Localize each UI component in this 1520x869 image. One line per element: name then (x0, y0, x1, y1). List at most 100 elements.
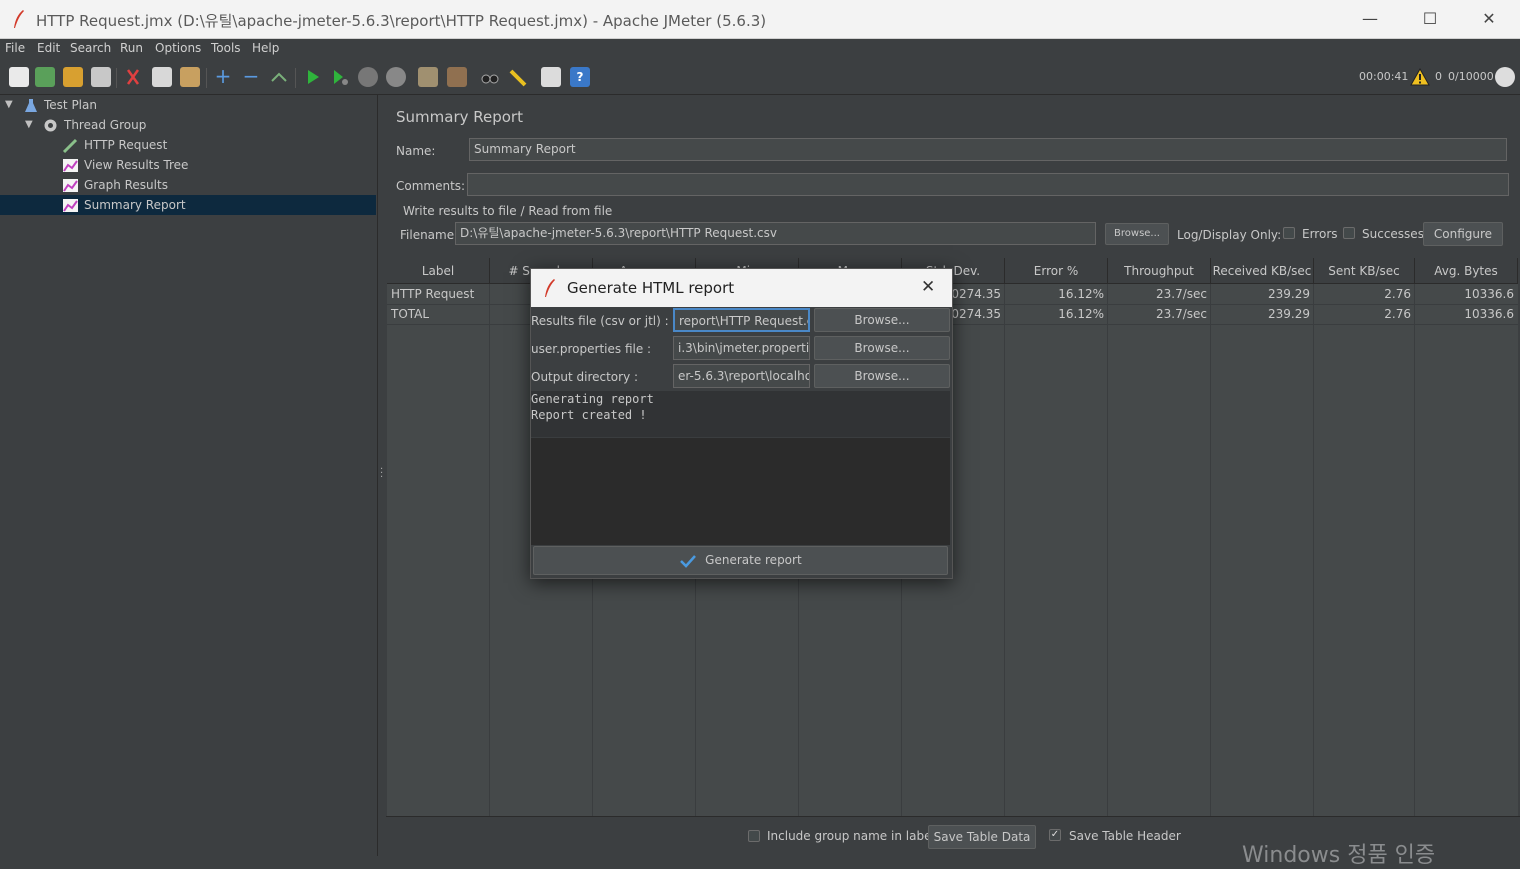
function-helper-icon[interactable] (541, 67, 561, 87)
comments-label: Comments: (396, 179, 466, 193)
activation-watermark: Windows 정품 인증 (1242, 843, 1436, 868)
maximize-button[interactable]: ☐ (1410, 8, 1450, 30)
templates-icon[interactable] (35, 67, 55, 87)
flask-icon (25, 99, 37, 112)
tree-item-test-plan[interactable]: ▼ Test Plan (0, 95, 376, 115)
cell-error: 16.12% (1058, 287, 1104, 301)
chevron-down-icon[interactable]: ▼ (5, 95, 13, 115)
shutdown-icon[interactable] (386, 67, 406, 87)
test-plan-tree: ▼ Test Plan ▼ Thread Group HTTP Request … (0, 95, 378, 856)
save-icon[interactable] (91, 67, 111, 87)
minimize-button[interactable]: — (1350, 8, 1390, 30)
tree-item-summary-report[interactable]: Summary Report (0, 195, 376, 215)
tree-label: View Results Tree (84, 158, 189, 172)
chevron-down-icon[interactable]: ▼ (25, 115, 33, 135)
save-table-data-button[interactable]: Save Table Data (928, 825, 1036, 849)
comments-field[interactable] (467, 173, 1509, 196)
column-header-label[interactable]: Label (387, 258, 490, 284)
menu-edit[interactable]: Edit (37, 41, 60, 55)
tree-item-http-request[interactable]: HTTP Request (0, 135, 376, 155)
errors-label: Errors (1302, 227, 1338, 241)
report-log-area[interactable]: Generating report Report created ! (531, 391, 950, 545)
column-header-throughput[interactable]: Throughput (1108, 258, 1211, 284)
toolbar: + − ? 00:00:41 0 0/10000 (0, 60, 1520, 95)
include-group-checkbox[interactable] (748, 830, 760, 842)
browse-button[interactable]: Browse... (1105, 223, 1169, 245)
warning-icon[interactable] (1410, 67, 1430, 89)
output-directory-field[interactable]: er-5.6.3\report\localhost (673, 364, 810, 388)
user-properties-label: user.properties file : (531, 342, 652, 356)
start-icon[interactable] (303, 67, 323, 87)
results-file-browse-button[interactable]: Browse... (814, 308, 950, 332)
page-title: Summary Report (396, 108, 523, 126)
cell-received: 239.29 (1268, 287, 1310, 301)
save-table-header-checkbox[interactable]: ✓ (1049, 829, 1061, 841)
tree-label: Thread Group (64, 118, 147, 132)
output-directory-browse-button[interactable]: Browse... (814, 364, 950, 388)
gear-icon (44, 119, 57, 132)
cell-label: TOTAL (391, 307, 430, 321)
open-icon[interactable] (63, 67, 83, 87)
column-header-received[interactable]: Received KB/sec (1211, 258, 1314, 284)
log-display-label: Log/Display Only: (1177, 228, 1282, 242)
generate-report-dialog: Generate HTML report ✕ Results file (csv… (530, 268, 953, 579)
close-window-button[interactable]: ✕ (1469, 8, 1509, 30)
menu-options[interactable]: Options (155, 41, 201, 55)
help-icon[interactable]: ? (570, 67, 590, 87)
tree-label: Test Plan (44, 98, 97, 112)
dialog-titlebar: Generate HTML report ✕ (531, 269, 952, 307)
pencil-icon (62, 138, 78, 154)
clear-icon[interactable] (418, 67, 438, 87)
panel-splitter[interactable]: · · · (378, 95, 386, 856)
cell-throughput: 23.7/sec (1156, 307, 1207, 321)
cell-avg-bytes: 10336.6 (1464, 307, 1514, 321)
user-properties-field[interactable]: i.3\bin\jmeter.properties (673, 336, 810, 360)
new-icon[interactable] (9, 67, 29, 87)
filename-label: Filename (400, 228, 455, 242)
dialog-title: Generate HTML report (567, 279, 735, 297)
reset-search-icon[interactable] (508, 67, 528, 87)
generate-report-button[interactable]: Generate report (533, 546, 948, 575)
name-label: Name: (396, 144, 436, 158)
column-header-avg-bytes[interactable]: Avg. Bytes (1415, 258, 1518, 284)
menu-search[interactable]: Search (70, 41, 111, 55)
errors-checkbox[interactable] (1283, 227, 1295, 239)
toggle-icon[interactable] (269, 67, 289, 87)
cell-received: 239.29 (1268, 307, 1310, 321)
collapse-all-icon[interactable]: − (241, 66, 261, 87)
menu-tools[interactable]: Tools (211, 41, 241, 55)
name-field[interactable]: Summary Report (469, 138, 1507, 161)
dialog-close-button[interactable]: ✕ (921, 277, 935, 297)
tree-item-graph-results[interactable]: Graph Results (0, 175, 376, 195)
menu-help[interactable]: Help (252, 41, 279, 55)
output-directory-label: Output directory : (531, 370, 639, 384)
successes-label: Successes (1362, 227, 1424, 241)
menu-run[interactable]: Run (120, 41, 143, 55)
save-table-header-label: Save Table Header (1069, 829, 1181, 843)
warning-count: 0 (1435, 70, 1442, 83)
column-header-sent[interactable]: Sent KB/sec (1314, 258, 1415, 284)
paste-icon[interactable] (180, 67, 200, 87)
filename-field[interactable]: D:\유틸\apache-jmeter-5.6.3\report\HTTP Re… (455, 222, 1096, 245)
cut-icon[interactable] (123, 67, 143, 87)
generate-report-label: Generate report (705, 553, 802, 567)
configure-button[interactable]: Configure (1423, 222, 1503, 246)
tree-item-view-results-tree[interactable]: View Results Tree (0, 155, 376, 175)
successes-checkbox[interactable] (1343, 227, 1355, 239)
search-binoculars-icon[interactable] (480, 67, 500, 87)
expand-all-icon[interactable]: + (213, 66, 233, 87)
log-line: Generating report (531, 392, 654, 406)
stop-icon[interactable] (358, 67, 378, 87)
cell-sent: 2.76 (1384, 307, 1411, 321)
clear-all-icon[interactable] (447, 67, 467, 87)
results-file-field[interactable]: report\HTTP Request.csv (673, 308, 810, 332)
menu-file[interactable]: File (5, 41, 25, 55)
column-header-error[interactable]: Error % (1005, 258, 1108, 284)
copy-icon[interactable] (152, 67, 172, 87)
start-no-pauses-icon[interactable] (330, 67, 350, 87)
chart-icon (63, 179, 78, 192)
tree-item-thread-group[interactable]: ▼ Thread Group (0, 115, 376, 135)
chart-icon (63, 159, 78, 172)
user-properties-browse-button[interactable]: Browse... (814, 336, 950, 360)
thread-count: 0/10000 (1448, 70, 1494, 83)
